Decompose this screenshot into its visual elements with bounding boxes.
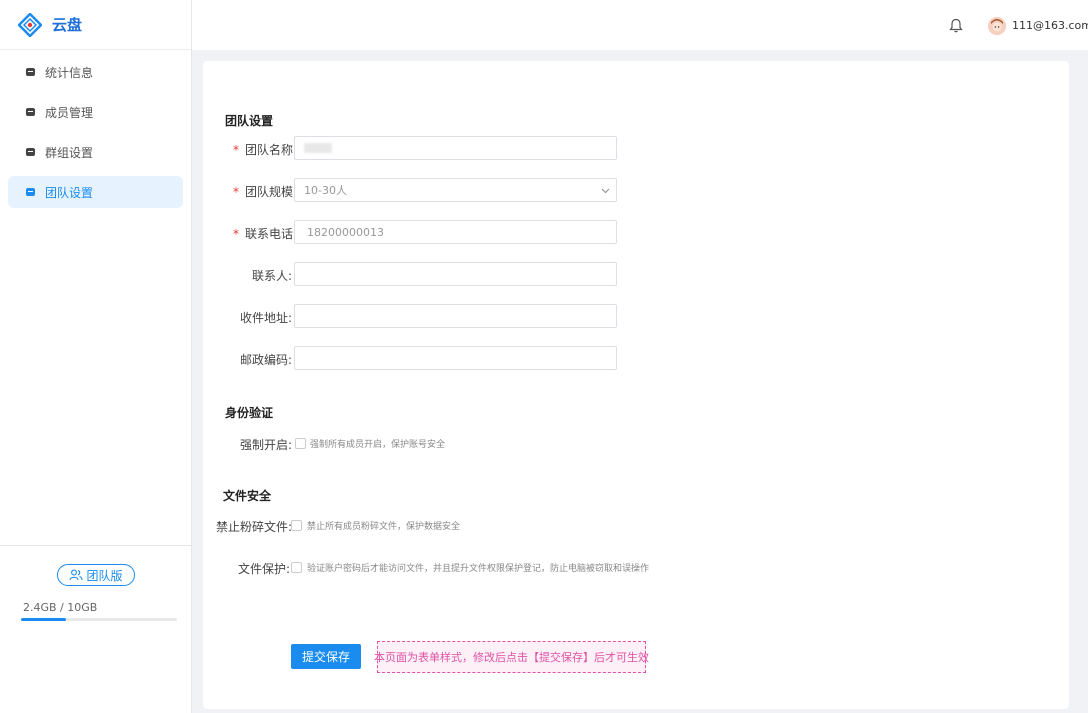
required-mark: * [233,143,239,157]
users-icon [69,569,84,581]
top-header: 111@163.com [192,0,1088,50]
team-size-label-text: 团队规模: [245,185,298,199]
address-label: 收件地址: [240,311,293,325]
user-email[interactable]: 111@163.com [1012,19,1088,32]
no-shred-text: 禁止所有成员粉碎文件，保护数据安全 [307,522,461,532]
submit-save-button[interactable]: 提交保存 [291,644,361,669]
storage-progress-bar [21,618,177,621]
members-icon [26,108,35,116]
sidebar-menu: 统计信息 成员管理 群组设置 团队设置 [0,56,191,208]
no-shred-checkbox[interactable] [291,520,302,531]
team-settings-icon [26,188,35,196]
contact-label: 联系人: [252,269,293,283]
groups-icon [26,148,35,156]
postcode-input[interactable] [294,346,617,370]
section-title-identity: 身份验证 [225,406,274,420]
force-enable-text: 强制所有成员开启，保护账号安全 [310,440,446,450]
contact-input[interactable] [294,262,617,286]
team-size-label: * 团队规模: [233,183,297,200]
storage-panel: 团队版 2.4GB / 10GB [0,545,192,713]
section-title-team: 团队设置 [225,114,274,128]
team-size-select[interactable]: 10-30人 [294,178,617,202]
stats-icon [26,68,35,76]
phone-input[interactable]: 18200000013 [294,220,617,244]
required-mark: * [233,185,239,199]
sidebar-item-label: 统计信息 [45,65,94,80]
chevron-down-icon [601,184,610,197]
app-name: 云盘 [52,16,83,34]
sidebar-item-groups[interactable]: 群组设置 [8,136,183,168]
file-protect-label: 文件保护: [238,562,291,576]
team-settings-form: 团队设置 * 团队名称: * 团队规模: 10-30人 * 联系电话: 1820000… [203,61,1069,709]
address-input[interactable] [294,304,617,328]
redacted-text [304,143,332,153]
notice-box: 本页面为表单样式，修改后点击【提交保存】后才可生效 [374,641,649,673]
team-name-label-text: 团队名称: [245,143,298,157]
section-title-file: 文件安全 [223,489,272,503]
storage-usage-text: 2.4GB / 10GB [23,601,98,614]
phone-label-text: 联系电话: [245,227,298,241]
sidebar-item-stats[interactable]: 统计信息 [8,56,183,88]
sidebar-item-label: 成员管理 [45,105,94,120]
file-protect-text: 验证账户密码后才能访问文件，并且提升文件权限保护登记，防止电脑被窃取和误操作 [307,564,650,574]
no-shred-label: 禁止粉碎文件: [216,520,293,534]
sidebar-item-team-settings[interactable]: 团队设置 [8,176,183,208]
postcode-label: 邮政编码: [240,353,293,367]
file-protect-checkbox[interactable] [291,562,302,573]
team-edition-button[interactable]: 团队版 [57,564,135,586]
required-mark: * [233,227,239,241]
storage-progress-fill [21,618,67,621]
force-enable-checkbox[interactable] [295,438,306,449]
bell-icon[interactable] [949,18,963,36]
team-name-label: * 团队名称: [233,141,297,158]
phone-value: 18200000013 [307,225,384,239]
sidebar-item-label: 群组设置 [45,145,94,160]
sidebar-item-members[interactable]: 成员管理 [8,96,183,128]
team-size-value: 10-30人 [304,184,347,197]
sidebar: 云盘 统计信息 成员管理 群组设置 团队设置 团队版 2.4GB / 10GB [0,0,192,713]
team-name-input[interactable] [294,136,617,160]
phone-label: * 联系电话: [233,225,297,242]
logo-icon [17,11,43,38]
team-edition-label: 团队版 [86,568,123,583]
logo[interactable]: 云盘 [0,0,191,50]
sidebar-item-label: 团队设置 [45,185,94,200]
avatar[interactable] [988,17,1006,35]
force-enable-label: 强制开启: [240,438,293,452]
